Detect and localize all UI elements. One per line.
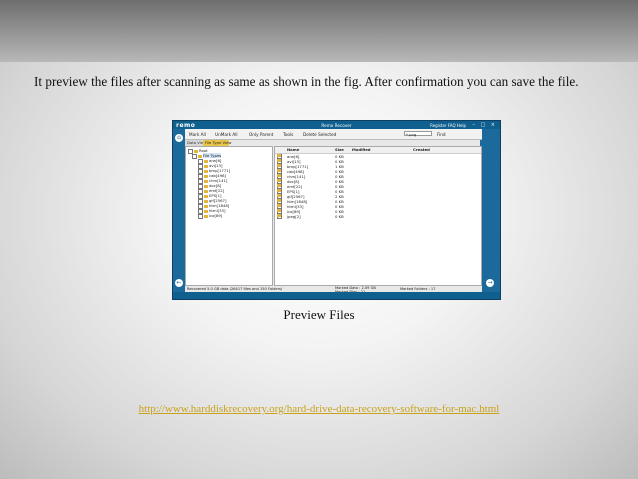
header-links[interactable]: Register FAQ Help <box>430 123 466 128</box>
app-title-bar: remo Remo Recover Register FAQ Help – □ … <box>173 121 500 129</box>
column-name[interactable]: Name <box>287 147 299 153</box>
slide-top-band <box>0 0 638 62</box>
left-nav-rail: ⌂ ← <box>173 129 185 299</box>
search-input[interactable]: *.png <box>404 131 432 137</box>
find-button[interactable]: Find <box>437 132 446 137</box>
tree-item[interactable]: ico[89] <box>198 213 222 219</box>
source-link[interactable]: http://www.harddiskrecovery.org/hard-dri… <box>0 403 638 415</box>
recovered-summary: Recovered 5.0 GB data (26417 files and 1… <box>187 287 283 291</box>
folder-tree-panel: Root File Types arw[6] avi[13] bmp[1771]… <box>185 146 273 286</box>
only-parent-button[interactable]: Only Parent <box>249 132 273 137</box>
column-modified[interactable]: Modified <box>352 147 371 153</box>
file-list-panel: Name Size Modified Created arw[6] 0 KB avi… <box>274 146 482 286</box>
delete-selected-button[interactable]: Delete Selected <box>303 132 336 137</box>
mark-all-button[interactable]: Mark All <box>189 132 206 137</box>
window-controls[interactable]: – □ × <box>472 122 497 128</box>
file-list-header: Name Size Modified Created <box>275 147 481 154</box>
figure-caption: Preview Files <box>283 307 355 322</box>
tools-button[interactable]: Tools <box>283 132 293 137</box>
next-arrow-icon[interactable]: → <box>486 279 494 287</box>
unmark-all-button[interactable]: UnMark All <box>215 132 238 137</box>
home-icon[interactable]: ⌂ <box>175 134 183 142</box>
file-row[interactable]: jpeg[2] 0 KB <box>275 214 481 219</box>
back-arrow-icon[interactable]: ← <box>175 279 183 287</box>
file-size: 0 KB <box>335 214 344 219</box>
app-toolbar: Mark All UnMark All Only Parent Tools De… <box>185 129 482 140</box>
column-size[interactable]: Size <box>335 147 344 153</box>
app-bottom-bar <box>173 292 500 299</box>
column-created[interactable]: Created <box>413 147 430 153</box>
file-name: jpeg[2] <box>287 214 301 219</box>
slide-body-text: It preview the files after scanning as s… <box>34 74 579 89</box>
right-nav-rail: → <box>480 129 500 299</box>
remo-recover-window: remo Remo Recover Register FAQ Help – □ … <box>172 120 501 300</box>
marked-folders: Marked Folders : 17 <box>400 287 436 291</box>
